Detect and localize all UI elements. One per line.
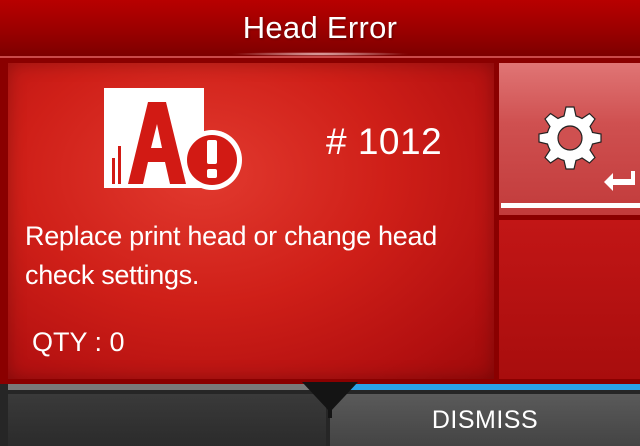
softkey-bar: DISMISS bbox=[0, 382, 640, 446]
side-panel-background bbox=[499, 220, 640, 379]
gear-icon bbox=[538, 106, 602, 170]
enter-icon bbox=[604, 171, 635, 191]
error-code: # 1012 bbox=[326, 121, 443, 162]
page-title: Head Error bbox=[242, 10, 398, 45]
settings-button[interactable] bbox=[499, 63, 640, 215]
right-indicator-line bbox=[350, 384, 640, 390]
head-error-icon bbox=[104, 88, 242, 190]
title-bar: Head Error bbox=[0, 0, 640, 58]
center-notch bbox=[302, 382, 358, 418]
left-indicator-line bbox=[8, 384, 310, 390]
settings-underline bbox=[501, 203, 640, 208]
quantity-readout: QTY : 0 bbox=[32, 327, 125, 357]
left-softkey bbox=[8, 394, 326, 446]
printer-screen: Head Error # 1012 Replace print head or … bbox=[0, 0, 640, 446]
error-message: Replace print head or change head check … bbox=[25, 221, 437, 290]
dismiss-button[interactable]: DISMISS bbox=[330, 394, 640, 446]
title-glow bbox=[230, 52, 410, 56]
error-panel: # 1012 Replace print head or change head… bbox=[8, 63, 494, 379]
